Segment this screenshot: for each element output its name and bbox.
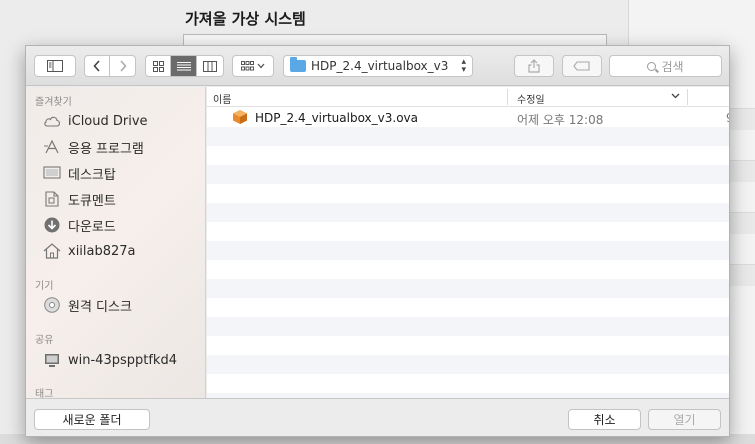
column-header: 이름 수정일 bbox=[207, 87, 729, 107]
empty-row bbox=[207, 355, 729, 374]
open-button[interactable]: 열기 bbox=[648, 409, 721, 430]
share-button[interactable] bbox=[514, 55, 554, 77]
empty-row bbox=[207, 374, 729, 393]
path-label: HDP_2.4_virtualbox_v3 bbox=[311, 59, 449, 73]
computer-icon bbox=[42, 352, 61, 368]
tag-button[interactable] bbox=[562, 55, 602, 77]
tag-icon bbox=[573, 61, 590, 71]
download-icon bbox=[42, 217, 61, 233]
sidebar-item-icloud-drive[interactable]: iCloud Drive bbox=[42, 111, 148, 131]
cancel-button[interactable]: 취소 bbox=[568, 409, 641, 430]
column-header-name[interactable]: 이름 bbox=[213, 91, 231, 106]
back-button[interactable] bbox=[85, 56, 110, 76]
empty-row bbox=[207, 203, 729, 222]
sidebar-item-downloads[interactable]: 다운로드 bbox=[42, 215, 116, 235]
sidebar-icon bbox=[47, 60, 63, 72]
empty-row bbox=[207, 336, 729, 355]
search-field[interactable]: 검색 bbox=[609, 55, 722, 77]
file-list: 이름 수정일 HDP_2.4_virtualbox_v3.ova 어제 오후 1… bbox=[207, 87, 729, 398]
file-modified: 어제 오후 12:08 bbox=[517, 113, 604, 127]
applications-icon bbox=[42, 139, 61, 155]
share-icon bbox=[528, 59, 540, 73]
sidebar-item-desktop[interactable]: 데스크탑 bbox=[42, 163, 116, 183]
disc-icon bbox=[42, 297, 61, 313]
new-folder-button[interactable]: 새로운 폴더 bbox=[34, 409, 150, 430]
empty-row bbox=[207, 317, 729, 336]
toolbar: HDP_2.4_virtualbox_v3 ▴ ▾ 검색 bbox=[26, 46, 729, 86]
file-rows: HDP_2.4_virtualbox_v3.ova 어제 오후 12:08 9 bbox=[207, 108, 729, 398]
grid-icon bbox=[152, 60, 164, 72]
desktop-icon bbox=[42, 165, 61, 181]
empty-row bbox=[207, 127, 729, 146]
sidebar-header-devices: 기기 bbox=[35, 281, 54, 292]
sidebar-item-label: xiilab827a bbox=[68, 243, 136, 259]
file-size: 9 bbox=[726, 111, 729, 125]
file-row[interactable]: HDP_2.4_virtualbox_v3.ova 어제 오후 12:08 9 bbox=[207, 108, 729, 127]
list-icon bbox=[176, 61, 191, 70]
nav-buttons bbox=[84, 55, 136, 77]
sidebar-item-label: 원격 디스크 bbox=[68, 299, 132, 315]
forward-button[interactable] bbox=[110, 56, 135, 76]
document-icon bbox=[42, 191, 61, 207]
arrange-button[interactable] bbox=[232, 55, 274, 77]
sidebar-item-label: iCloud Drive bbox=[68, 113, 148, 129]
chevron-left-icon bbox=[93, 60, 100, 72]
search-icon bbox=[647, 61, 657, 71]
empty-row bbox=[207, 298, 729, 317]
sidebar-item-label: 도큐멘트 bbox=[68, 193, 116, 209]
sidebar-header-favorites: 즐겨찾기 bbox=[35, 97, 72, 108]
empty-row bbox=[207, 165, 729, 184]
sidebar-item-remote-disc[interactable]: 원격 디스크 bbox=[42, 295, 132, 315]
folder-icon bbox=[290, 57, 306, 72]
sidebar-item-label: 데스크탑 bbox=[68, 167, 116, 183]
list-view-button[interactable] bbox=[171, 56, 197, 76]
path-popup[interactable]: HDP_2.4_virtualbox_v3 ▴ ▾ bbox=[283, 55, 473, 77]
sidebar-item-shared-computer[interactable]: win-43pspptfkd4 bbox=[42, 350, 177, 370]
chevron-right-icon bbox=[119, 60, 127, 72]
sidebar-item-label: 응용 프로그램 bbox=[68, 141, 144, 157]
empty-row bbox=[207, 260, 729, 279]
sidebar-item-label: 다운로드 bbox=[68, 219, 116, 235]
sidebar-item-applications[interactable]: 응용 프로그램 bbox=[42, 137, 144, 157]
chevron-down-icon bbox=[257, 63, 265, 69]
open-file-dialog: HDP_2.4_virtualbox_v3 ▴ ▾ 검색 즐겨찾기 iCloud… bbox=[25, 45, 730, 437]
file-name: HDP_2.4_virtualbox_v3.ova bbox=[255, 111, 418, 125]
sidebar: 즐겨찾기 iCloud Drive 응용 프로그램 데스크탑 도큐멘트 다운로드… bbox=[26, 87, 206, 398]
columns-icon bbox=[203, 60, 217, 72]
dialog-footer: 새로운 폴더 취소 열기 bbox=[26, 398, 729, 436]
sidebar-header-shared: 공유 bbox=[35, 335, 54, 346]
sidebar-toggle-button[interactable] bbox=[34, 55, 76, 77]
sidebar-header-tags: 태그 bbox=[35, 389, 54, 398]
empty-row bbox=[207, 146, 729, 165]
cloud-icon bbox=[42, 113, 61, 129]
icon-view-button[interactable] bbox=[146, 56, 171, 76]
sort-chevron-icon[interactable] bbox=[671, 89, 680, 102]
empty-row bbox=[207, 184, 729, 203]
empty-row bbox=[207, 241, 729, 260]
search-placeholder: 검색 bbox=[661, 59, 684, 74]
column-header-modified[interactable]: 수정일 bbox=[517, 91, 545, 106]
sidebar-item-label: win-43pspptfkd4 bbox=[68, 352, 177, 368]
package-icon bbox=[233, 110, 247, 124]
arrange-icon bbox=[241, 61, 254, 71]
updown-arrows-icon: ▴ ▾ bbox=[461, 57, 466, 75]
empty-row bbox=[207, 222, 729, 241]
view-mode-segment bbox=[145, 55, 224, 77]
background-title: 가져올 가상 시스템 bbox=[185, 10, 306, 28]
empty-row bbox=[207, 279, 729, 298]
sidebar-item-home[interactable]: xiilab827a bbox=[42, 241, 136, 261]
column-view-button[interactable] bbox=[197, 56, 223, 76]
sidebar-item-documents[interactable]: 도큐멘트 bbox=[42, 189, 116, 209]
home-icon bbox=[42, 243, 61, 259]
